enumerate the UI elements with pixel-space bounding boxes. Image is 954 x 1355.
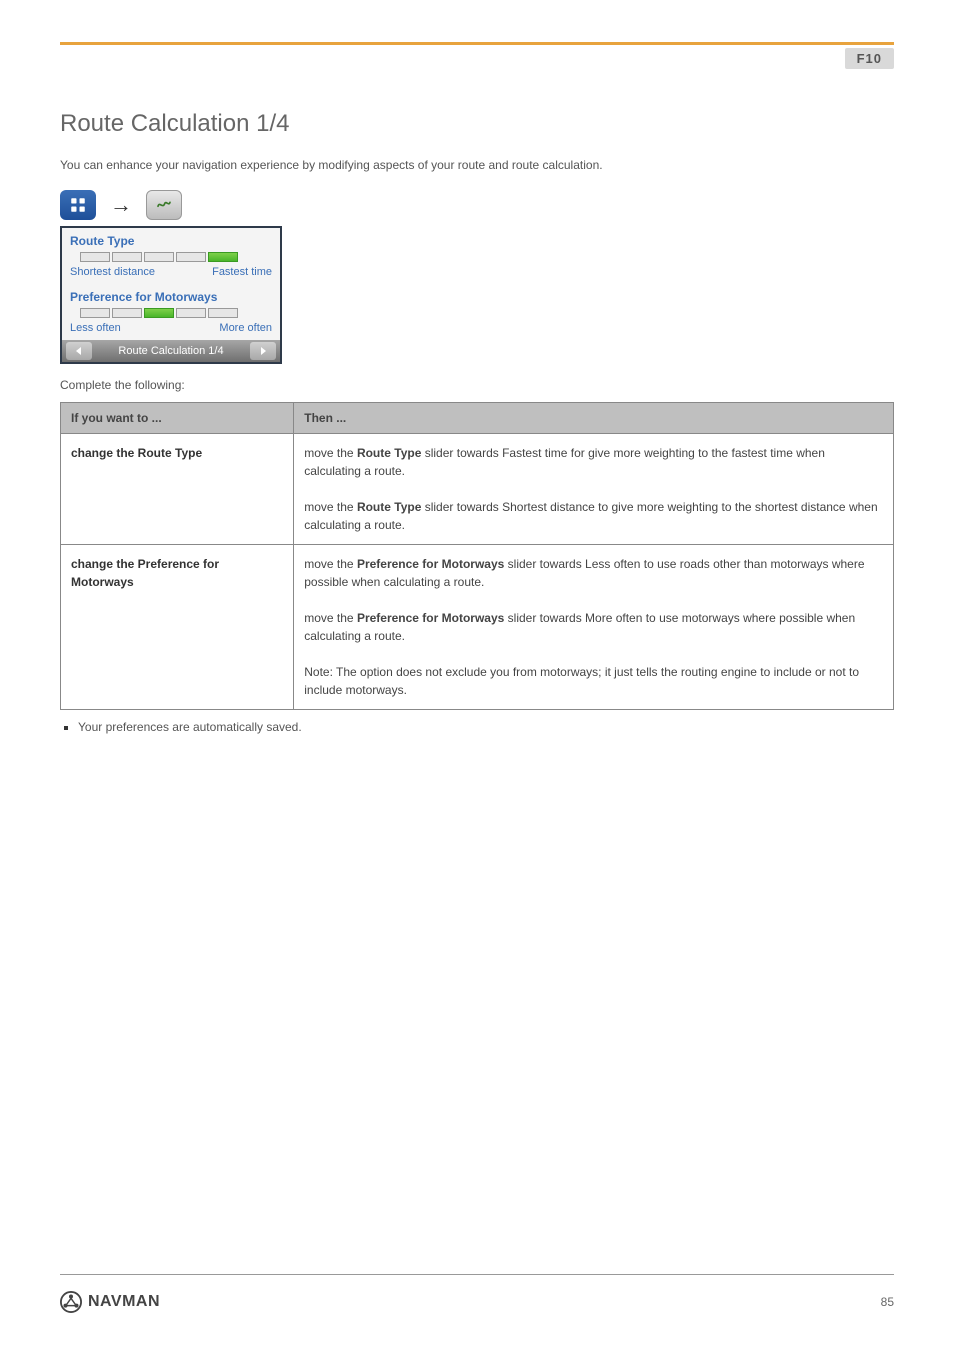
navman-logo-icon [60, 1291, 82, 1313]
settings-screenshot: Route Type Shortest distance Fastest tim… [60, 226, 282, 364]
row2-then: move the Preference for Motorways slider… [294, 545, 894, 710]
motorway-pref-max: More often [219, 322, 272, 334]
intro-text: You can enhance your navigation experien… [60, 158, 894, 172]
motorway-pref-min: Less often [70, 322, 121, 334]
route-type-min: Shortest distance [70, 266, 155, 278]
auto-save-note: Your preferences are automatically saved… [60, 720, 894, 734]
table-header-row: If you want to ... Then ... [61, 403, 894, 434]
bullet-icon [64, 726, 68, 730]
note-text: Your preferences are automatically saved… [78, 720, 302, 734]
footer-title: Route Calculation 1/4 [118, 345, 223, 357]
row1-then: move the Route Type slider towards Faste… [294, 434, 894, 545]
route-settings-icon[interactable] [146, 190, 182, 220]
text: move the [304, 557, 357, 571]
table-row: change the Route Type move the Route Typ… [61, 434, 894, 545]
route-type-label: Route Type [62, 228, 280, 252]
top-divider [60, 42, 894, 45]
help-text: Complete the following: [60, 378, 894, 392]
model-badge: F10 [845, 48, 894, 69]
page-number: 85 [881, 1295, 894, 1309]
prev-page-button[interactable] [66, 342, 92, 360]
text: Preference for Motorways [357, 557, 504, 571]
route-type-slider[interactable] [62, 252, 280, 266]
brand-logo: NAVMAN [60, 1291, 160, 1313]
preferences-table: If you want to ... Then ... change the R… [60, 402, 894, 710]
arrow-right-icon: → [110, 192, 132, 218]
apps-icon[interactable] [60, 190, 96, 220]
col-header-then: Then ... [294, 403, 894, 434]
route-type-range: Shortest distance Fastest time [62, 266, 280, 284]
next-page-button[interactable] [250, 342, 276, 360]
row1-if: change the Route Type [61, 434, 294, 545]
screenshot-footer: Route Calculation 1/4 [62, 340, 280, 362]
bottom-divider [60, 1274, 894, 1275]
text: move the [304, 500, 357, 514]
motorway-pref-range: Less often More often [62, 322, 280, 340]
motorway-pref-label: Preference for Motorways [62, 284, 280, 308]
table-row: change the Preference for Motorways move… [61, 545, 894, 710]
text: move the [304, 446, 357, 460]
text: Route Type [357, 446, 421, 460]
route-type-max: Fastest time [212, 266, 272, 278]
note-text: Note: The option does not exclude you fr… [304, 665, 859, 697]
col-header-if: If you want to ... [61, 403, 294, 434]
text: Route Type [357, 500, 421, 514]
page-content: Route Calculation 1/4 You can enhance yo… [60, 110, 894, 734]
nav-icon-row: → [60, 190, 894, 220]
row2-if: change the Preference for Motorways [61, 545, 294, 710]
motorway-pref-slider[interactable] [62, 308, 280, 322]
text: Preference for Motorways [357, 611, 504, 625]
brand-text: NAVMAN [88, 1293, 160, 1311]
text: move the [304, 611, 357, 625]
page-title: Route Calculation 1/4 [60, 110, 894, 138]
